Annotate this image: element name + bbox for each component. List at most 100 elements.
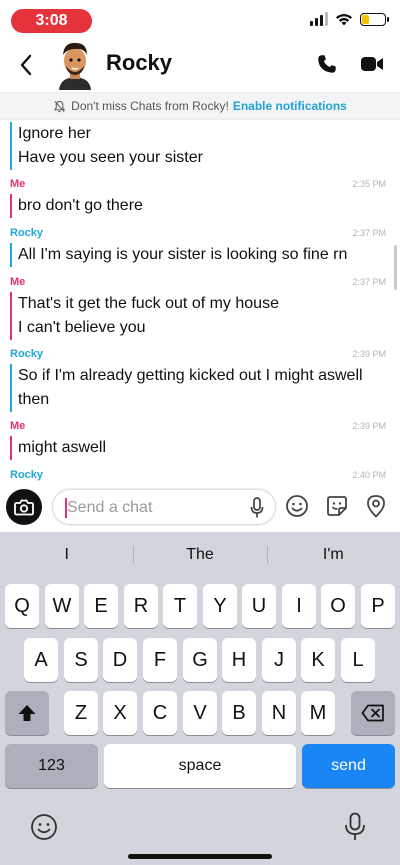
message-text: bro don't go there xyxy=(18,197,143,214)
message-timestamp: 2:40 PM xyxy=(352,470,386,480)
shift-key[interactable] xyxy=(5,691,49,735)
key-v[interactable]: V xyxy=(183,691,217,735)
key-e[interactable]: E xyxy=(84,584,118,628)
muted-bell-icon xyxy=(53,100,66,113)
voice-call-button[interactable] xyxy=(313,50,341,78)
key-b[interactable]: B xyxy=(222,691,256,735)
key-x[interactable]: X xyxy=(103,691,137,735)
key-d[interactable]: D xyxy=(103,638,137,682)
battery-icon xyxy=(360,12,389,26)
bitmoji-avatar[interactable] xyxy=(54,40,96,90)
on-screen-keyboard: I The I'm Q W E R T Y U I O P A S D F G … xyxy=(0,532,400,865)
message-group: Me 2:35 PM bro don't go there xyxy=(0,176,400,218)
chat-messages[interactable]: Ignore her Have you seen your sister Me … xyxy=(0,120,400,482)
camera-button[interactable] xyxy=(6,489,42,525)
emoji-button[interactable] xyxy=(284,493,310,519)
microphone-icon xyxy=(250,497,264,518)
sender-name: Rocky xyxy=(10,469,44,481)
key-u[interactable]: U xyxy=(242,584,276,628)
predictive-suggestions: I The I'm xyxy=(0,540,400,570)
chat-input-container[interactable] xyxy=(52,489,276,525)
message-timestamp: 2:39 PM xyxy=(352,421,386,431)
sender-name: Rocky xyxy=(10,348,44,360)
status-time: 3:08 xyxy=(11,9,92,33)
notification-text: Don't miss Chats from Rocky! xyxy=(71,99,229,113)
key-i[interactable]: I xyxy=(282,584,316,628)
key-k[interactable]: K xyxy=(301,638,335,682)
key-r[interactable]: R xyxy=(124,584,158,628)
numbers-key[interactable]: 123 xyxy=(5,744,98,788)
message-text: All I'm saying is your sister is looking… xyxy=(18,246,348,263)
message-text: So if I'm already getting kicked out I m… xyxy=(18,367,363,384)
space-key[interactable]: space xyxy=(104,744,296,788)
status-bar: 3:08 xyxy=(0,0,400,40)
key-p[interactable]: P xyxy=(361,584,395,628)
message-text: That's it get the fuck out of my house xyxy=(18,295,279,312)
message-timestamp: 2:39 PM xyxy=(352,349,386,359)
key-c[interactable]: C xyxy=(143,691,177,735)
suggestion-item[interactable]: The xyxy=(133,540,266,570)
notification-banner: Don't miss Chats from Rocky! Enable noti… xyxy=(0,92,400,120)
message-group: Ignore her Have you seen your sister xyxy=(0,120,400,170)
smiley-icon xyxy=(286,495,308,517)
sender-name: Me xyxy=(10,276,26,288)
send-a-chat-input[interactable] xyxy=(67,496,237,520)
sender-name: Rocky xyxy=(10,227,44,239)
key-z[interactable]: Z xyxy=(64,691,98,735)
message-text: might aswell xyxy=(18,439,107,456)
message-group: Me 2:39 PM might aswell xyxy=(0,418,400,460)
key-o[interactable]: O xyxy=(321,584,355,628)
video-call-button[interactable] xyxy=(358,51,386,77)
dictation-microphone-icon[interactable] xyxy=(343,812,367,842)
message-text: Ignore her xyxy=(18,125,91,142)
enable-notifications-link[interactable]: Enable notifications xyxy=(233,99,347,113)
key-n[interactable]: N xyxy=(262,691,296,735)
send-key[interactable]: send xyxy=(302,744,395,788)
video-camera-icon xyxy=(361,57,383,71)
key-q[interactable]: Q xyxy=(5,584,39,628)
key-f[interactable]: F xyxy=(143,638,177,682)
emoji-keyboard-icon[interactable] xyxy=(30,813,58,841)
backspace-key[interactable] xyxy=(351,691,395,735)
key-t[interactable]: T xyxy=(163,584,197,628)
key-y[interactable]: Y xyxy=(203,584,237,628)
message-body[interactable]: That's it get the fuck out of my house I… xyxy=(10,292,386,340)
suggestion-item[interactable]: I xyxy=(0,540,133,570)
sender-name: Me xyxy=(10,178,26,190)
backspace-icon xyxy=(361,704,384,722)
message-text: Have you seen your sister xyxy=(18,149,203,166)
message-group: Rocky 2:40 PM xyxy=(0,467,400,482)
voice-note-button[interactable] xyxy=(245,496,269,520)
message-group: Rocky 2:39 PM So if I'm already getting … xyxy=(0,346,400,412)
key-w[interactable]: W xyxy=(45,584,79,628)
key-s[interactable]: S xyxy=(64,638,98,682)
message-timestamp: 2:37 PM xyxy=(352,277,386,287)
key-h[interactable]: H xyxy=(222,638,256,682)
key-l[interactable]: L xyxy=(341,638,375,682)
camera-icon xyxy=(14,499,34,515)
message-body[interactable]: might aswell xyxy=(10,436,386,460)
message-group: Me 2:37 PM That's it get the fuck out of… xyxy=(0,274,400,340)
status-icons xyxy=(310,12,389,26)
contact-name[interactable]: Rocky xyxy=(106,50,172,76)
key-m[interactable]: M xyxy=(301,691,335,735)
location-pin-icon xyxy=(367,495,385,518)
suggestion-item[interactable]: I'm xyxy=(266,540,400,570)
message-body[interactable]: bro don't go there xyxy=(10,194,386,218)
key-g[interactable]: G xyxy=(183,638,217,682)
chat-scrollbar[interactable] xyxy=(394,245,397,290)
chat-header: Rocky xyxy=(0,40,400,90)
shift-arrow-icon xyxy=(18,705,36,721)
key-j[interactable]: J xyxy=(262,638,296,682)
back-button[interactable] xyxy=(14,50,38,80)
key-a[interactable]: A xyxy=(24,638,58,682)
chat-input-bar xyxy=(0,482,400,532)
cellular-signal-icon xyxy=(310,12,328,26)
location-button[interactable] xyxy=(363,493,389,519)
message-body[interactable]: All I'm saying is your sister is looking… xyxy=(10,243,386,267)
phone-icon xyxy=(318,55,336,73)
message-body[interactable]: So if I'm already getting kicked out I m… xyxy=(10,364,386,412)
message-body[interactable]: Ignore her Have you seen your sister xyxy=(10,122,386,170)
sticker-button[interactable] xyxy=(324,493,350,519)
home-indicator[interactable] xyxy=(128,854,272,859)
